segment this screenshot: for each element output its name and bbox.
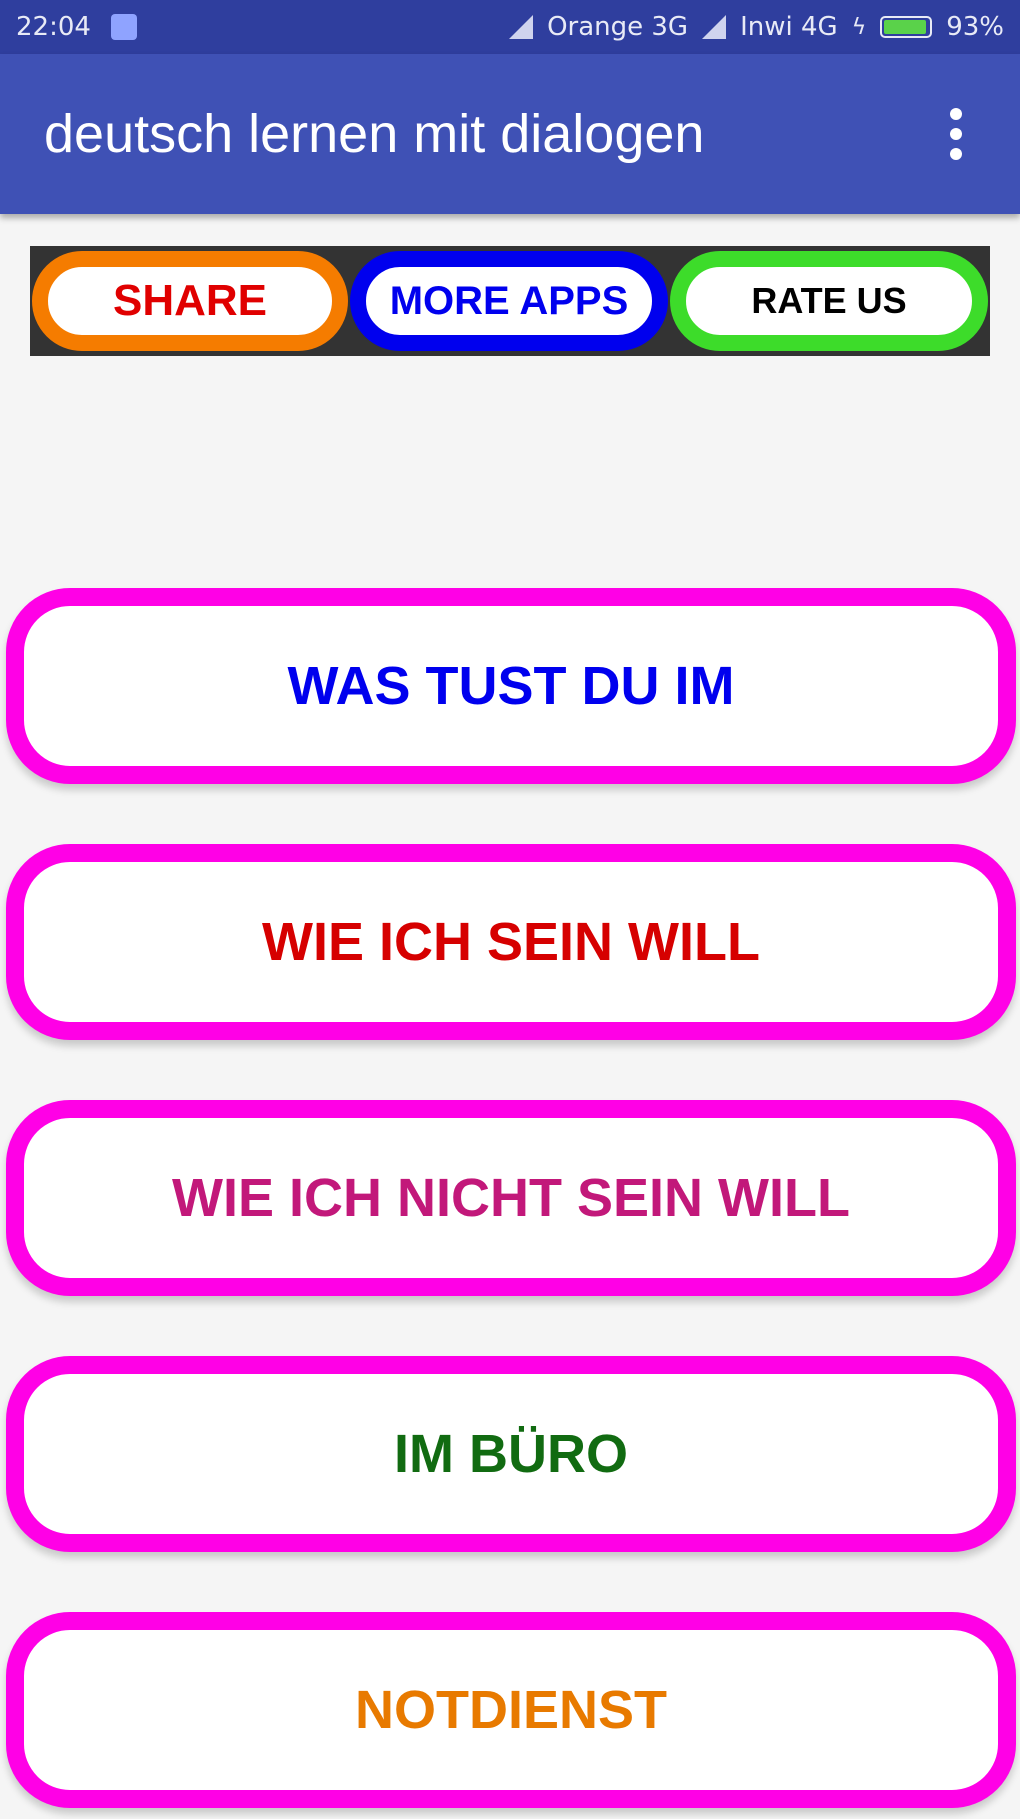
status-right: Orange 3G Inwi 4G ϟ 93%	[509, 12, 1004, 42]
lesson-button-im-buero[interactable]: IM BÜRO	[6, 1356, 1016, 1552]
action-strip: SHARE MORE APPS RATE US	[30, 246, 990, 356]
status-left: 22:04	[16, 12, 137, 42]
notification-icon	[110, 14, 137, 40]
status-time: 22:04	[16, 12, 91, 42]
status-carrier-1: Orange 3G	[547, 12, 689, 42]
status-battery: 93%	[946, 12, 1004, 42]
share-button[interactable]: SHARE	[32, 251, 348, 351]
status-bar: 22:04 Orange 3G Inwi 4G ϟ 93%	[0, 0, 1020, 54]
lesson-button-wie-ich-nicht-sein-will[interactable]: WIE ICH NICHT SEIN WILL	[6, 1100, 1016, 1296]
signal-icon-2	[702, 15, 727, 39]
app-title: deutsch lernen mit dialogen	[44, 104, 705, 164]
rate-us-button[interactable]: RATE US	[670, 251, 988, 351]
more-apps-button[interactable]: MORE APPS	[350, 251, 668, 351]
lesson-button-was-tust-du-im[interactable]: WAS TUST DU IM	[6, 588, 1016, 784]
app-bar: deutsch lernen mit dialogen	[0, 54, 1020, 214]
battery-icon	[880, 16, 933, 38]
lesson-button-wie-ich-sein-will[interactable]: WIE ICH SEIN WILL	[6, 844, 1016, 1040]
signal-icon	[509, 15, 534, 39]
more-vert-icon[interactable]	[936, 108, 976, 160]
status-carrier-2: Inwi 4G	[740, 12, 838, 42]
charging-icon: ϟ	[851, 14, 867, 40]
lesson-button-notdienst[interactable]: NOTDIENST	[6, 1612, 1016, 1808]
